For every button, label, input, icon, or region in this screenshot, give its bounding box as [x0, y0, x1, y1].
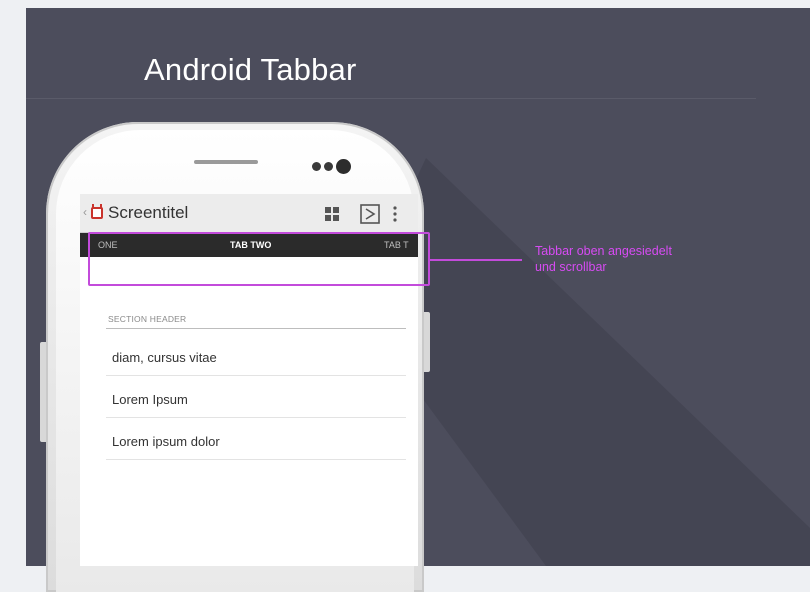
section-header: SECTION HEADER — [108, 314, 187, 324]
annotation-connector — [430, 259, 522, 261]
annotation-line-1: Tabbar oben angesiedelt — [535, 244, 672, 258]
phone-speaker — [194, 160, 258, 164]
annotation-line-2: und scrollbar — [535, 260, 607, 274]
slide-title: Android Tabbar — [144, 52, 357, 87]
section-divider — [106, 328, 406, 329]
annotation-text: Tabbar oben angesiedelt und scrollbar — [535, 243, 745, 275]
list-divider — [106, 417, 406, 418]
overflow-menu-icon[interactable] — [392, 205, 398, 223]
front-camera — [336, 159, 351, 174]
list-item[interactable]: Lorem ipsum dolor — [112, 434, 220, 449]
app-icon[interactable] — [90, 204, 104, 220]
volume-button — [40, 342, 46, 442]
share-icon[interactable] — [360, 204, 380, 224]
action-bar: ‹ Screentitel — [80, 194, 418, 233]
screen-title: Screentitel — [108, 203, 189, 222]
list-divider — [106, 375, 406, 376]
list-divider — [106, 459, 406, 460]
up-caret-icon[interactable]: ‹ — [83, 205, 87, 219]
sensor-dot — [324, 162, 333, 171]
list-item[interactable]: Lorem Ipsum — [112, 392, 188, 407]
tabbar-highlight-box — [88, 232, 430, 286]
list-item[interactable]: diam, cursus vitae — [112, 350, 217, 365]
sensor-dot — [312, 162, 321, 171]
grid-icon[interactable] — [324, 206, 340, 222]
power-button — [424, 312, 430, 372]
title-divider — [26, 98, 756, 99]
